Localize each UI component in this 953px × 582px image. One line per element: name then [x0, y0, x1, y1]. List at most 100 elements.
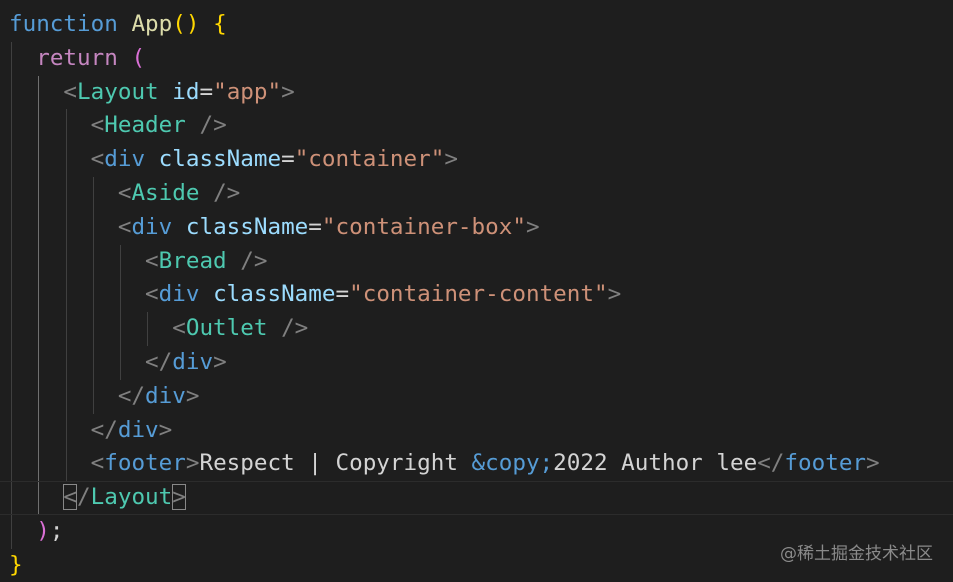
code-line[interactable]: <div className="container-box"> — [0, 211, 953, 245]
code-token: div — [104, 146, 146, 173]
code-token: div — [131, 213, 173, 240]
code-line-text: <Header /> — [9, 109, 227, 143]
code-token: &copy; — [471, 450, 554, 477]
code-token: > — [444, 146, 458, 173]
code-line-text: <div className="container"> — [9, 143, 458, 177]
code-line-text: </div> — [9, 380, 200, 414]
code-token: > — [213, 349, 227, 375]
code-line[interactable]: return ( — [0, 42, 953, 76]
code-token: ; — [49, 518, 64, 544]
code-token: < — [90, 112, 105, 139]
code-token: Aside — [131, 180, 200, 206]
code-token: < — [63, 78, 78, 105]
code-token: Respect | Copyright — [199, 450, 472, 477]
code-token: </ — [90, 416, 118, 443]
code-token: < — [63, 484, 78, 511]
code-line[interactable]: <Bread /> — [0, 245, 953, 279]
code-line-text: <Aside /> — [9, 177, 240, 211]
code-token: 2022 Author lee — [553, 450, 758, 477]
code-line[interactable]: </Layout> — [0, 481, 953, 515]
code-token: < — [117, 213, 132, 240]
code-line-text: function App() { — [9, 8, 227, 42]
code-line[interactable]: <footer>Respect | Copyright &copy;2022 A… — [0, 447, 953, 481]
code-token: className — [213, 281, 336, 308]
code-token: < — [90, 146, 105, 173]
code-token: div — [117, 416, 159, 443]
code-line[interactable]: </div> — [0, 414, 953, 448]
code-token: "container" — [294, 146, 445, 173]
code-token: </ — [117, 382, 146, 409]
code-token: /> — [281, 315, 309, 342]
code-token: id — [172, 78, 200, 105]
code-token: } — [9, 551, 23, 578]
code-line[interactable]: <Aside /> — [0, 177, 953, 211]
code-token: ( — [131, 44, 146, 71]
watermark: @稀土掘金技术社区 — [780, 544, 933, 564]
code-token: div — [172, 349, 214, 375]
code-token: { — [213, 11, 227, 37]
code-token: /> — [199, 112, 227, 139]
code-token: function — [9, 11, 118, 37]
code-editor[interactable]: function App() { return ( <Layout id="ap… — [0, 0, 953, 582]
code-line[interactable]: <Layout id="app"> — [0, 76, 953, 110]
code-line-text: return ( — [9, 42, 145, 76]
code-token: > — [607, 281, 622, 308]
code-token: < — [145, 281, 159, 308]
code-token: > — [281, 78, 295, 105]
code-token: Bread — [158, 247, 227, 274]
code-line[interactable]: <Header /> — [0, 109, 953, 143]
code-token: div — [145, 382, 186, 409]
code-line-text: <Layout id="app"> — [9, 76, 295, 110]
code-line-text: <div className="container-box"> — [9, 211, 540, 245]
code-token: < — [117, 180, 132, 206]
code-token: > — [185, 450, 200, 477]
code-token: </ — [757, 450, 785, 477]
code-token: className — [185, 213, 309, 240]
code-token: > — [866, 450, 880, 477]
code-line-text: </div> — [9, 414, 173, 448]
code-token: < — [172, 315, 186, 342]
code-line-text: </div> — [9, 346, 227, 380]
code-token: / — [77, 484, 91, 511]
code-line[interactable]: <Outlet /> — [0, 312, 953, 346]
code-token: > — [185, 382, 200, 409]
code-token: footer — [104, 450, 186, 477]
code-token: > — [172, 484, 186, 511]
code-token: footer — [784, 450, 867, 477]
code-line[interactable]: </div> — [0, 346, 953, 380]
code-token: "container-box" — [321, 213, 526, 240]
code-token: Layout — [77, 78, 159, 105]
code-line-text: <footer>Respect | Copyright &copy;2022 A… — [9, 447, 880, 481]
code-token: Header — [104, 112, 186, 139]
code-line[interactable]: function App() { — [0, 8, 953, 42]
code-token: className — [158, 146, 282, 173]
code-token: </ — [145, 349, 173, 375]
code-line[interactable]: </div> — [0, 380, 953, 414]
code-line-text: </Layout> — [9, 482, 186, 514]
code-line[interactable]: <div className="container"> — [0, 143, 953, 177]
code-token: = — [281, 146, 295, 173]
code-token: Layout — [90, 484, 173, 511]
code-token: = — [335, 281, 350, 308]
code-line[interactable]: <div className="container-content"> — [0, 278, 953, 312]
code-token: "container-content" — [349, 281, 608, 308]
code-token: return — [36, 44, 118, 71]
